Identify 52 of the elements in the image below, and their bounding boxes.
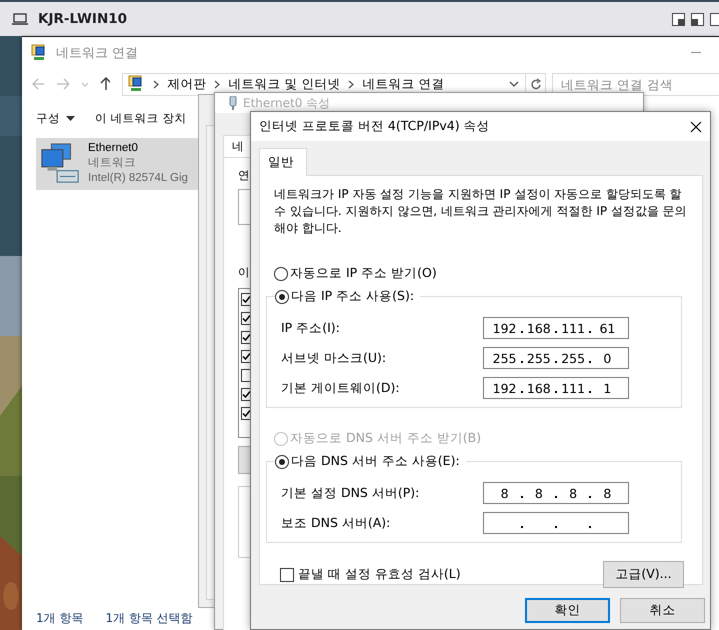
- ip-address-field[interactable]: 255 255 255 0: [483, 347, 629, 369]
- ip-address-field[interactable]: 8 8 8 8: [483, 482, 629, 504]
- tab[interactable]: 일반: [259, 148, 307, 176]
- network-adapter-item[interactable]: Ethernet0 네트워크 Intel(R) 82574L Gig: [36, 138, 198, 190]
- checkbox[interactable]: [241, 293, 251, 306]
- status-text: 1개 항목: [36, 610, 84, 626]
- dialog-button[interactable]: [238, 446, 251, 474]
- dialog-button[interactable]: 확인: [525, 598, 610, 623]
- checkbox[interactable]: [241, 407, 251, 420]
- field-label: 기본 설정 DNS 서버(P):: [281, 484, 420, 502]
- laptop-icon: [12, 13, 28, 25]
- checkbox[interactable]: [241, 331, 251, 344]
- toolbar-button[interactable]: 이 네트워크 장치: [93, 108, 188, 128]
- restore-icon[interactable]: [672, 12, 685, 26]
- ip-address-field[interactable]: 192 168 111 61: [483, 317, 629, 339]
- toolbar-button[interactable]: 구성: [34, 108, 77, 128]
- close-icon[interactable]: [690, 120, 702, 132]
- field-label: 기본 게이트웨이(D):: [281, 380, 401, 396]
- ip-address-field[interactable]: 192 168 111 1: [483, 377, 629, 399]
- network-plug-icon: [229, 96, 237, 110]
- field-label: 보조 DNS 서버(A):: [281, 514, 392, 532]
- adapter-description: Intel(R) 82574L Gig: [88, 171, 188, 186]
- caret-icon[interactable]: [509, 81, 520, 87]
- minimize-icon[interactable]: [691, 52, 701, 54]
- description-text: 네트워크가 IP 자동 설정 기능을 지원하면 IP 설정이 자동으로 할당되도록 할 수 있습니다. 지원하지 않으면, 네트워크 관리자에게 적절한 IP 설정값을 문의해야 합니다.: [274, 186, 688, 237]
- tab[interactable]: 네: [223, 135, 251, 157]
- dialog-title: 인터넷 프로토콜 버전 4(TCP/IPv4) 속성: [259, 118, 490, 135]
- refresh-icon[interactable]: [530, 78, 542, 90]
- adapter-name: Ethernet0: [88, 141, 139, 156]
- dialog-button[interactable]: 취소: [620, 598, 705, 623]
- checkbox[interactable]: [241, 388, 251, 401]
- field-label: 서브넷 마스크(U):: [281, 350, 388, 366]
- adapter-status: 네트워크: [88, 156, 137, 171]
- checkbox[interactable]: [241, 369, 251, 382]
- window-title: 네트워크 연결: [56, 45, 138, 62]
- ip-address-field[interactable]: [483, 512, 629, 534]
- up-arrow-icon[interactable]: [100, 77, 110, 91]
- field-label: IP 주소(I):: [281, 320, 341, 336]
- checkbox[interactable]: 끝낼 때 설정 유효성 검사(L): [280, 566, 461, 583]
- dialog-title: Ethernet0 속성: [243, 94, 330, 112]
- advanced-button[interactable]: 고급(V)...: [603, 561, 684, 588]
- section-label: 연: [238, 168, 250, 182]
- checkbox[interactable]: [241, 312, 251, 325]
- status-text: 1개 항목 선택함: [105, 610, 193, 626]
- checkbox[interactable]: [241, 350, 251, 363]
- chevron-icon: [348, 80, 354, 88]
- search-field[interactable]: 네트워크 연결 검색: [552, 72, 719, 96]
- restore-icon[interactable]: [691, 12, 704, 26]
- chevron-icon: [153, 80, 160, 88]
- section-label: 이: [238, 265, 250, 280]
- window-title: KJR-LWIN10: [38, 11, 128, 27]
- chevron-icon: [214, 80, 220, 88]
